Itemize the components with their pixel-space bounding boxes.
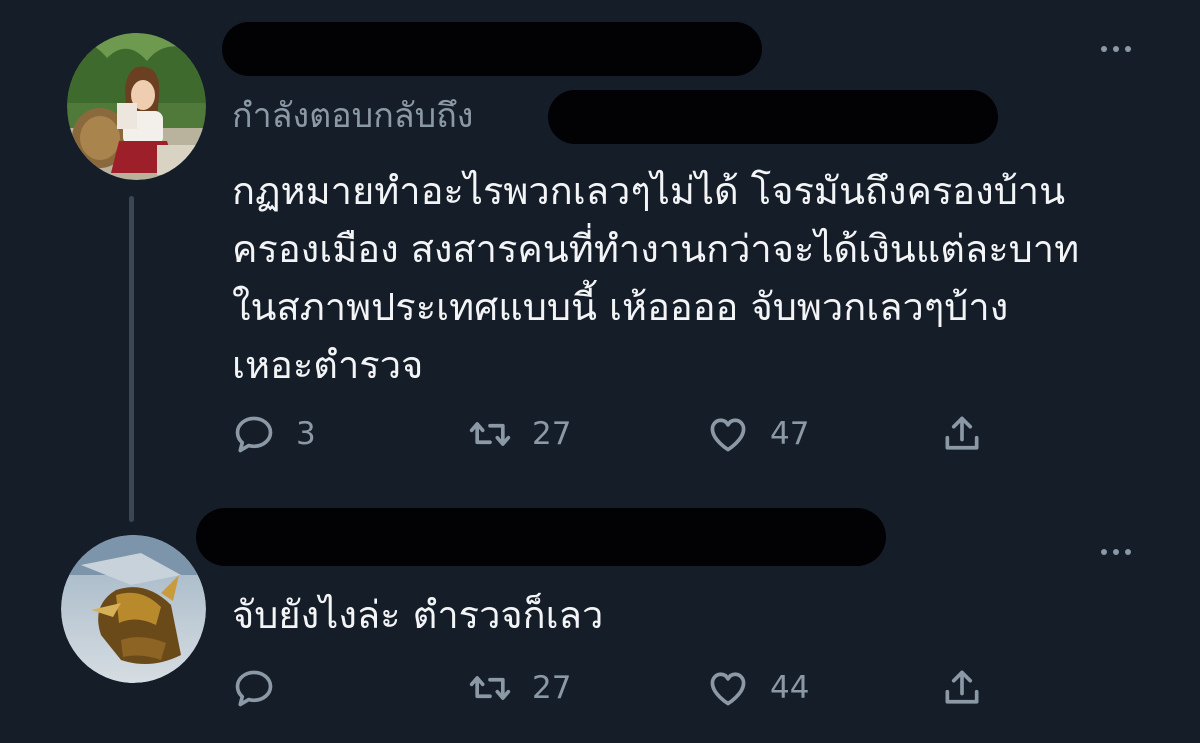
like-button[interactable]: 44 [706,664,809,712]
more-dot [1113,549,1119,555]
share-button[interactable] [940,664,984,712]
reply-count: 3 [296,416,316,452]
more-options-button[interactable] [1101,549,1131,555]
share-button[interactable] [940,410,984,458]
heart-icon [710,672,746,706]
more-options-button[interactable] [1101,46,1131,52]
reply-icon [235,670,273,707]
tweet-text-line: เหอะตำรวจ [232,343,424,387]
replying-to-label: กำลังตอบกลับถึง [232,96,474,136]
more-dot [1101,46,1107,52]
avatar[interactable] [67,33,206,180]
tweet-actions: 27 44 [232,664,1012,712]
tweet-text: กฏหมายทำอะไรพวกเลวๆไม่ได้ โจรมันถึงครองบ… [232,162,1162,394]
more-dot [1113,46,1119,52]
more-dot [1125,46,1131,52]
retweet-count: 27 [532,670,572,706]
retweet-count: 27 [532,416,572,452]
like-count: 47 [770,416,810,452]
more-dot [1101,549,1107,555]
tweet-text: จับยังไงล่ะ ตำรวจก็เลว [232,593,604,637]
more-dot [1125,549,1131,555]
tweet-text-line: ในสภาพประเทศแบบนี้ เห้ออออ จับพวกเลวๆบ้า… [232,285,1009,329]
tweet-text-line: กฏหมายทำอะไรพวกเลวๆไม่ได้ โจรมันถึงครองบ… [232,169,1066,213]
reply-button[interactable]: 3 [232,410,316,458]
retweet-icon [469,676,511,700]
retweet-icon [469,422,511,446]
redacted-display-name [196,508,886,566]
avatar-photo-icon [67,33,206,180]
retweet-button[interactable]: 27 [468,664,571,712]
like-button[interactable]: 47 [706,410,809,458]
like-count: 44 [770,670,810,706]
retweet-button[interactable]: 27 [468,410,571,458]
redacted-display-name [222,22,762,76]
tweet-actions: 3 27 47 [232,410,1012,458]
avatar-photo-icon [61,535,206,683]
thread-connector-line [129,196,134,522]
share-icon [945,670,979,704]
redacted-username [548,90,998,144]
tweet-text-line: ครองเมือง สงสารคนที่ทำงานกว่าจะได้เงินแต… [232,227,1080,271]
reply-button[interactable] [232,664,296,712]
avatar[interactable] [61,535,206,683]
reply-icon [235,416,273,453]
share-icon [945,416,979,450]
heart-icon [710,418,746,452]
